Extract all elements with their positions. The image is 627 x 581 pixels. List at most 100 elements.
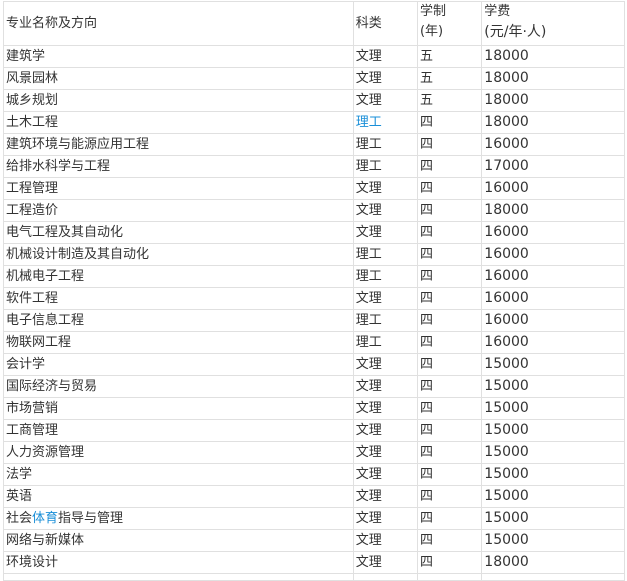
table-row: 给排水科学与工程 理工四 17000 (3, 155, 625, 178)
major-name: 电气工程及其自动化 (3, 221, 354, 244)
category-cell: 文理 (352, 441, 418, 464)
category-cell: 文理 (352, 89, 418, 112)
major-name: 英语 (3, 485, 354, 508)
table-row: 物联网工程 理工四 16000 (3, 331, 625, 354)
table-row: 城乡规划 文理五 18000 (3, 89, 625, 112)
category-cell: 文理 (352, 419, 418, 442)
table-row: 网络与新媒体 文理四 15000 (3, 529, 625, 552)
years-cell: 五 (416, 89, 483, 112)
years-cell: 五 (416, 45, 483, 68)
header-fee-line2: (元/年·人) (484, 24, 547, 40)
header-years-line1: 学制 (419, 4, 446, 19)
cutoff-cell (416, 573, 483, 581)
category-cell: 文理 (352, 45, 418, 68)
fee-cell: 16000 (481, 309, 625, 332)
major-name: 物联网工程 (3, 331, 354, 354)
years-cell: 四 (416, 243, 483, 266)
fee-cell: 15000 (481, 353, 625, 376)
header-major: 专业名称及方向 (3, 1, 354, 46)
category-cell: 文理 (352, 177, 418, 200)
category-cell: 理工 (352, 331, 418, 354)
fee-cell: 18000 (481, 551, 625, 574)
fee-cell: 15000 (481, 397, 625, 420)
major-name-part: 社会 (6, 511, 33, 526)
tuition-table: 专业名称及方向 科类 学制 (年) 学费 (元/年·人) 建筑学 文理五 18000… (3, 1, 625, 581)
table-row: 机械电子工程 理工四 16000 (3, 265, 625, 288)
fee-cell: 16000 (481, 177, 625, 200)
years-cell: 四 (416, 177, 483, 200)
fee-cell: 18000 (481, 89, 625, 112)
years-cell: 四 (416, 397, 483, 420)
major-name: 人力资源管理 (3, 441, 354, 464)
major-name: 机械设计制造及其自动化 (3, 243, 354, 266)
years-cell: 四 (416, 419, 483, 442)
fee-cell: 15000 (481, 463, 625, 486)
years-cell: 四 (416, 485, 483, 508)
table-row: 人力资源管理 文理四 15000 (3, 441, 625, 464)
years-cell: 五 (416, 67, 483, 90)
years-cell: 四 (416, 133, 483, 156)
fee-cell: 15000 (481, 507, 625, 530)
table-row: 风景园林 文理五 18000 (3, 67, 625, 90)
category-cell: 文理 (352, 287, 418, 310)
years-cell: 四 (416, 375, 483, 398)
category-cell: 文理 (352, 551, 418, 574)
major-name: 工商管理 (3, 419, 354, 442)
table-row: 市场营销 文理四 15000 (3, 397, 625, 420)
fee-cell: 15000 (481, 485, 625, 508)
fee-cell: 18000 (481, 67, 625, 90)
category-link[interactable]: 理工 (356, 115, 382, 130)
fee-cell: 15000 (481, 441, 625, 464)
header-years-line2: (年) (419, 24, 444, 39)
major-name: 风景园林 (3, 67, 354, 90)
header-fee-line1: 学费 (484, 4, 511, 19)
table-row: 工程造价 文理四 18000 (3, 199, 625, 222)
years-cell: 四 (416, 287, 483, 310)
fee-cell: 16000 (481, 331, 625, 354)
cutoff-cell (352, 573, 418, 581)
table-row: 会计学 文理四 15000 (3, 353, 625, 376)
major-name: 市场营销 (3, 397, 354, 420)
table-row: 工程管理 文理四 16000 (3, 177, 625, 200)
table-row: 社会体育指导与管理 文理四 15000 (3, 507, 625, 530)
fee-cell: 15000 (481, 529, 625, 552)
major-name: 社会体育指导与管理 (3, 507, 354, 530)
years-cell: 四 (416, 441, 483, 464)
category-cell: 文理 (352, 353, 418, 376)
major-name-link[interactable]: 体育 (32, 511, 58, 526)
major-name: 会计学 (3, 353, 354, 376)
years-cell: 四 (416, 551, 483, 574)
major-name: 国际经济与贸易 (3, 375, 354, 398)
fee-cell: 16000 (481, 221, 625, 244)
category-cell: 文理 (352, 485, 418, 508)
years-cell: 四 (416, 221, 483, 244)
years-cell: 四 (416, 331, 483, 354)
fee-cell: 16000 (481, 133, 625, 156)
major-name: 给排水科学与工程 (3, 155, 354, 178)
years-cell: 四 (416, 353, 483, 376)
years-cell: 四 (416, 463, 483, 486)
table-row: 建筑学 文理五 18000 (3, 45, 625, 68)
fee-cell: 16000 (481, 287, 625, 310)
table-row: 工商管理 文理四 15000 (3, 419, 625, 442)
category-cell: 文理 (352, 463, 418, 486)
category-cell: 理工 (352, 111, 418, 134)
table-row: 机械设计制造及其自动化 理工四 16000 (3, 243, 625, 266)
years-cell: 四 (416, 155, 483, 178)
years-cell: 四 (416, 309, 483, 332)
category-cell: 文理 (352, 221, 418, 244)
fee-cell: 18000 (481, 199, 625, 222)
header-category: 科类 (352, 1, 418, 46)
table-row: 电子信息工程 理工四 16000 (3, 309, 625, 332)
table-row: 英语 文理四 15000 (3, 485, 625, 508)
category-cell: 理工 (352, 265, 418, 288)
table-row: 软件工程 文理四 16000 (3, 287, 625, 310)
fee-cell: 18000 (481, 111, 625, 134)
category-cell: 文理 (352, 375, 418, 398)
category-cell: 理工 (352, 243, 418, 266)
table-row: 土木工程 理工 四 18000 (3, 111, 625, 134)
major-name: 法学 (3, 463, 354, 486)
major-name: 工程管理 (3, 177, 354, 200)
header-years: 学制 (年) (416, 1, 483, 46)
fee-cell: 17000 (481, 155, 625, 178)
